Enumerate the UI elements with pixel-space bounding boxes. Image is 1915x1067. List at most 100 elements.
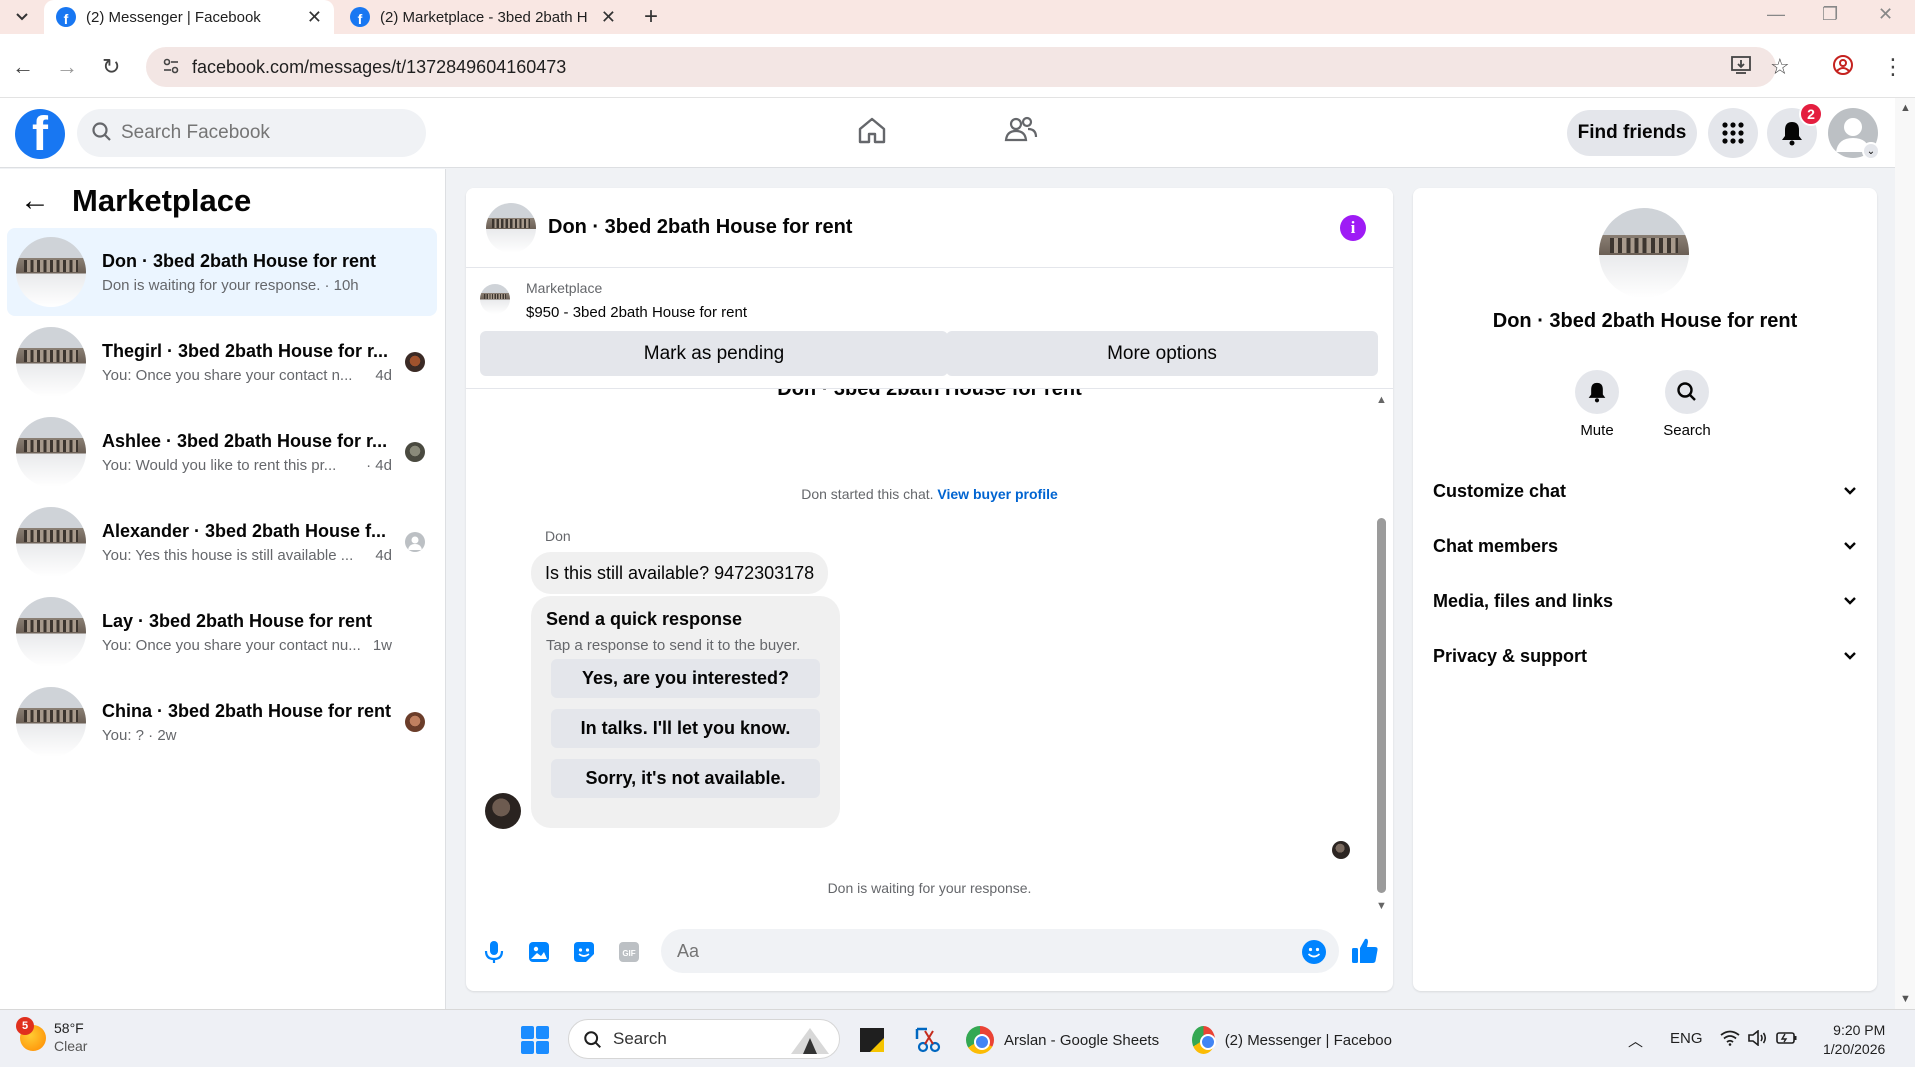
conversation-item[interactable]: Alexander · 3bed 2bath House f... You: Y… <box>7 498 437 586</box>
profile-icon[interactable] <box>1832 54 1854 82</box>
facebook-search[interactable] <box>77 109 426 157</box>
quick-response-button[interactable]: In talks. I'll let you know. <box>551 709 820 748</box>
chat-members-section[interactable]: Chat members <box>1433 526 1857 566</box>
waiting-notice: Don is waiting for your response. <box>827 880 1032 896</box>
back-icon[interactable]: ← <box>12 54 34 80</box>
sender-avatar[interactable] <box>485 793 521 829</box>
chat-scrollbar-thumb[interactable] <box>1377 518 1386 893</box>
chat-avatar[interactable] <box>486 202 536 253</box>
restore-icon[interactable]: ❐ <box>1822 4 1838 25</box>
conversation-item[interactable]: Thegirl · 3bed 2bath House for r... You:… <box>7 318 437 406</box>
chat-panel: Don · 3bed 2bath House for rent Don · 3b… <box>466 188 1393 991</box>
gif-icon[interactable]: GIF <box>616 939 642 965</box>
media-files-links-section[interactable]: Media, files and links <box>1433 581 1857 621</box>
quick-response-button[interactable]: Sorry, it's not available. <box>551 759 820 798</box>
minimize-icon[interactable]: — <box>1767 4 1785 25</box>
listing-summary[interactable]: Marketplace $950 - 3bed 2bath House for … <box>480 280 747 321</box>
incoming-message[interactable]: Is this still available? 9472303178 <box>531 552 829 594</box>
conversation-item[interactable]: Ashlee · 3bed 2bath House for r... You: … <box>7 408 437 496</box>
emoji-icon[interactable] <box>1302 940 1326 964</box>
wifi-icon[interactable] <box>1720 1030 1740 1050</box>
taskbar-app-messenger[interactable]: (2) Messenger | Faceboo <box>1192 1024 1392 1056</box>
conversation-item[interactable]: China · 3bed 2bath House for rent You: ?… <box>7 678 437 766</box>
thumbs-up-icon[interactable] <box>1350 936 1380 971</box>
facebook-header: f Find friends 2 ⌄ <box>0 98 1895 168</box>
menu-grid-button[interactable] <box>1708 108 1758 158</box>
customize-chat-section[interactable]: Customize chat <box>1433 471 1857 511</box>
photo-icon[interactable] <box>526 939 552 965</box>
info-icon[interactable]: i <box>1340 215 1366 241</box>
conversation-item[interactable]: Don · 3bed 2bath House for rent Don is w… <box>7 228 437 316</box>
battery-icon[interactable] <box>1776 1030 1798 1050</box>
section-label: Media, files and links <box>1433 590 1614 611</box>
conversation-preview: You: ? · 2w <box>102 726 177 744</box>
find-friends-button[interactable]: Find friends <box>1567 110 1697 156</box>
sticky-notes-app-icon[interactable] <box>858 1024 886 1056</box>
sticker-icon[interactable] <box>571 939 597 965</box>
seen-avatar <box>405 352 425 372</box>
listing-thumbnail <box>16 417 86 487</box>
listing-thumbnail <box>16 237 86 307</box>
message-input[interactable] <box>661 929 1339 973</box>
chevron-down-icon <box>1844 542 1856 550</box>
snipping-tool-app-icon[interactable] <box>913 1024 943 1056</box>
scroll-up-icon[interactable]: ▲ <box>1900 102 1911 114</box>
mute-label: Mute <box>1580 422 1614 439</box>
new-tab-icon[interactable]: + <box>644 3 658 31</box>
taskbar-search[interactable]: Search <box>568 1019 840 1059</box>
chat-title[interactable]: Don · 3bed 2bath House for rent <box>548 216 852 239</box>
quick-response-card: Send a quick response Tap a response to … <box>531 596 840 828</box>
taskbar-app-label: (2) Messenger | Faceboo <box>1224 1031 1392 1049</box>
tab-search-dropdown[interactable] <box>8 6 36 28</box>
privacy-support-section[interactable]: Privacy & support <box>1433 636 1857 676</box>
show-hidden-icons-chevron-icon[interactable]: ︿ <box>1628 1030 1643 1051</box>
scroll-down-icon[interactable]: ▼ <box>1900 993 1911 1005</box>
close-tab-icon[interactable]: ✕ <box>307 7 322 28</box>
windows-start-icon[interactable] <box>521 1026 549 1054</box>
taskbar-app-label: Arslan - Google Sheets <box>1004 1031 1160 1049</box>
browser-menu-icon[interactable]: ⋮ <box>1882 54 1904 80</box>
conversation-time: · 4d <box>366 456 392 474</box>
search-highlight-icon <box>791 1028 829 1054</box>
seen-receipt-avatar <box>1332 841 1350 859</box>
account-caret-icon[interactable]: ⌄ <box>1862 142 1880 160</box>
weather-widget[interactable]: 5 58°F Clear <box>16 1016 87 1055</box>
facebook-logo-icon[interactable]: f <box>15 109 65 159</box>
page-scrollbar[interactable]: ▲ ▼ <box>1895 98 1915 1009</box>
scroll-down-icon[interactable]: ▼ <box>1376 900 1387 912</box>
system-clock[interactable]: 9:20 PM 1/20/2026 <box>1823 1021 1885 1059</box>
address-bar[interactable]: facebook.com/messages/t/1372849604160473 <box>146 47 1776 87</box>
microphone-icon[interactable] <box>481 939 507 965</box>
friends-icon[interactable] <box>1004 114 1038 151</box>
scroll-up-icon[interactable]: ▲ <box>1376 394 1387 406</box>
browser-toolbar: ← → ↻ facebook.com/messages/t/1372849604… <box>0 34 1915 98</box>
tab-marketplace[interactable]: f (2) Marketplace - 3bed 2bath H ✕ <box>338 0 628 34</box>
forward-icon[interactable]: → <box>56 54 78 80</box>
conversation-item[interactable]: Lay · 3bed 2bath House for rent You: Onc… <box>7 588 437 676</box>
close-tab-icon[interactable]: ✕ <box>601 7 616 28</box>
site-info-icon[interactable] <box>162 57 180 80</box>
chrome-icon <box>1192 1026 1216 1054</box>
install-app-icon[interactable] <box>1730 54 1752 82</box>
clock-time: 9:20 PM <box>1833 1022 1886 1038</box>
tab-messenger[interactable]: f (2) Messenger | Facebook ✕ <box>44 0 334 34</box>
close-window-icon[interactable]: ✕ <box>1878 4 1893 25</box>
reload-icon[interactable]: ↻ <box>102 54 120 80</box>
search-in-chat-button[interactable]: Search <box>1647 370 1727 439</box>
search-input[interactable] <box>121 122 401 144</box>
mark-as-pending-button[interactable]: Mark as pending <box>480 331 948 376</box>
conversation-time: · 10h <box>324 276 359 294</box>
back-arrow-icon[interactable]: ← <box>20 184 50 218</box>
home-icon[interactable] <box>856 114 888 151</box>
view-buyer-profile-link[interactable]: View buyer profile <box>937 486 1057 502</box>
mute-button[interactable]: Mute <box>1557 370 1637 439</box>
quick-response-button[interactable]: Yes, are you interested? <box>551 659 820 698</box>
info-avatar[interactable] <box>1599 208 1689 298</box>
bookmark-star-icon[interactable]: ☆ <box>1770 54 1790 80</box>
language-indicator[interactable]: ENG <box>1670 1030 1703 1047</box>
more-options-button[interactable]: More options <box>946 331 1378 376</box>
chrome-icon <box>966 1026 994 1054</box>
volume-icon[interactable] <box>1748 1029 1768 1050</box>
taskbar-app-google-sheets[interactable]: Arslan - Google Sheets <box>966 1024 1159 1056</box>
facebook-favicon-icon: f <box>56 7 76 27</box>
